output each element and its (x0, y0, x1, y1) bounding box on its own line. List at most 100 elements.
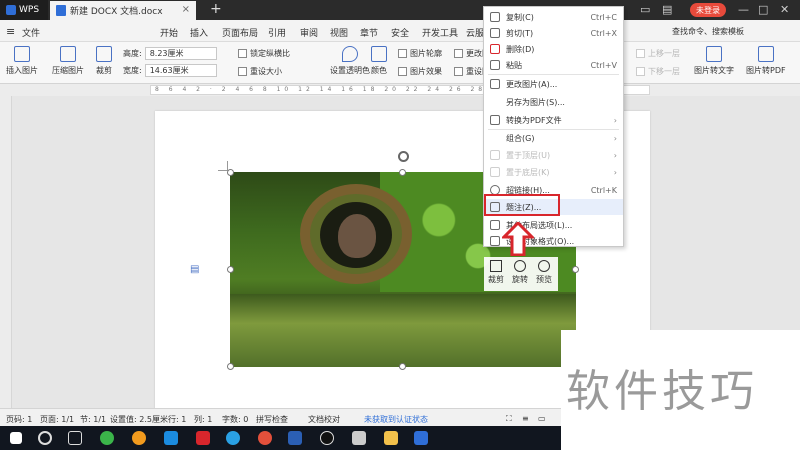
ctx-paste[interactable]: 粘贴 Ctrl+V (484, 57, 623, 73)
spell-check-button[interactable]: 拼写检查 (256, 414, 288, 425)
delete-x-icon (490, 44, 500, 54)
set-transparent-button[interactable]: 设置透明色 (330, 46, 370, 76)
crop-button[interactable]: 裁剪 (96, 46, 112, 76)
compress-picture-button[interactable]: 压缩图片 (52, 46, 84, 76)
status-word-count[interactable]: 字数: 0 (222, 414, 248, 425)
copy-icon (490, 12, 500, 22)
vertical-ruler[interactable] (0, 96, 12, 408)
ctx-change-picture-label: 更改图片(A)... (506, 79, 558, 89)
outline-view-icon[interactable]: ≡ (522, 414, 529, 423)
picture-to-text-button[interactable]: 图片转文字 (694, 46, 734, 76)
float-rotate-button[interactable]: 旋转 (508, 257, 532, 291)
app-icon[interactable] (196, 431, 210, 445)
resize-handle-top[interactable] (399, 169, 406, 176)
ctx-convert-pdf[interactable]: 转换为PDF文件 › (484, 112, 623, 128)
resize-handle-bottom[interactable] (399, 363, 406, 370)
doc-proof-button[interactable]: 文档校对 (308, 414, 340, 425)
width-field[interactable]: 宽度: 14.63厘米 (123, 64, 217, 77)
menu-insert[interactable]: 插入 (190, 26, 208, 39)
zoom-in-icon (538, 260, 550, 272)
layout-icon[interactable]: ▭ (640, 3, 650, 16)
picture-to-pdf-button[interactable]: 图片转PDF (746, 46, 786, 76)
submenu-arrow-icon: › (613, 115, 617, 125)
caption-highlight-box (484, 194, 560, 216)
ctx-cut[interactable]: 剪切(T) Ctrl+X (484, 25, 623, 41)
ctx-send-to-back[interactable]: 置于底层(K) › (484, 164, 623, 180)
wechat-icon[interactable] (100, 431, 114, 445)
wps-taskbar-icon[interactable] (414, 431, 428, 445)
ctx-copy[interactable]: 复制(C) Ctrl+C (484, 9, 623, 25)
picture-outline-button[interactable]: 图片轮廓 (398, 48, 442, 59)
height-input[interactable]: 8.23厘米 (144, 47, 217, 60)
resize-handle-bottom-left[interactable] (227, 363, 234, 370)
menu-chapter[interactable]: 章节 (360, 26, 378, 39)
menu-cloud[interactable]: 云服 (466, 26, 484, 39)
ctx-group[interactable]: 组合(G) › (484, 130, 623, 146)
document-tab[interactable]: 新建 DOCX 文档.docx × (50, 1, 196, 20)
ctx-cut-label: 剪切(T) (506, 28, 534, 38)
paragraph-anchor-icon[interactable]: ▤ (190, 264, 199, 275)
lock-ratio-checkbox[interactable]: 锁定纵横比 (238, 48, 290, 59)
send-backward-button[interactable]: 下移一层 (636, 66, 680, 77)
login-button[interactable]: 未登录 (690, 3, 726, 17)
pdf-icon (490, 115, 500, 125)
ctx-save-as-picture-label: 另存为图片(S)... (506, 97, 565, 107)
horizontal-ruler[interactable]: 8 6 4 2 · 2 4 6 8 10 12 14 16 18 20 22 2… (0, 84, 800, 96)
lock-ratio-label: 锁定纵横比 (250, 49, 290, 58)
close-window-icon[interactable]: ✕ (780, 3, 789, 16)
menu-page-layout[interactable]: 页面布局 (222, 26, 258, 39)
view-mode-icon[interactable]: ⛶ (506, 414, 512, 424)
submenu-arrow-icon: › (613, 150, 617, 160)
color-button[interactable]: 颜色 (371, 46, 387, 76)
new-tab-button[interactable]: + (210, 1, 222, 17)
float-crop-button[interactable]: 裁剪 (484, 257, 508, 291)
maximize-icon[interactable]: □ (758, 3, 768, 16)
title-bar: WPS 新建 DOCX 文档.docx × + ▭ ▤ 未登录 — □ ✕ (0, 0, 800, 20)
file-explorer-icon[interactable] (384, 431, 398, 445)
wps-home-tab[interactable]: WPS (0, 0, 48, 20)
close-tab-icon[interactable]: × (182, 4, 190, 15)
window-list-icon[interactable]: ▤ (662, 3, 672, 16)
menu-file[interactable]: 文件 (22, 26, 40, 39)
ie-icon[interactable] (226, 431, 240, 445)
width-input[interactable]: 14.63厘米 (144, 64, 217, 77)
picture-to-text-label: 图片转文字 (694, 66, 734, 75)
ctx-bring-to-front[interactable]: 置于顶层(U) › (484, 147, 623, 163)
resize-handle-left[interactable] (227, 266, 234, 273)
resize-handle-right[interactable] (572, 266, 579, 273)
menu-reference[interactable]: 引用 (268, 26, 286, 39)
insert-picture-button[interactable]: 插入图片 (6, 46, 38, 76)
format-object-icon (490, 236, 500, 246)
ctx-change-picture[interactable]: 更改图片(A)... (484, 76, 623, 92)
picture-effect-button[interactable]: 图片效果 (398, 66, 442, 77)
windows-start-icon[interactable] (10, 432, 22, 444)
chrome-icon[interactable] (258, 431, 272, 445)
browser-icon[interactable] (132, 431, 146, 445)
auth-status[interactable]: 未获取到认证状态 (364, 414, 428, 425)
bring-forward-button[interactable]: 上移一层 (636, 48, 680, 59)
menu-review[interactable]: 审阅 (300, 26, 318, 39)
hamburger-icon[interactable]: ≡ (6, 25, 15, 38)
picture-water-reflection (230, 294, 576, 367)
task-view-icon[interactable] (68, 431, 82, 445)
command-search[interactable]: 查找命令、搜索模板 (672, 26, 744, 37)
reset-size-button[interactable]: 重设大小 (238, 66, 282, 77)
ctx-delete[interactable]: 删除(D) (484, 41, 623, 57)
page-view-icon[interactable]: ▭ (538, 414, 546, 423)
float-preview-button[interactable]: 预览 (532, 257, 556, 291)
app-icon[interactable] (288, 431, 302, 445)
menu-start[interactable]: 开始 (160, 26, 178, 39)
rotate-handle[interactable] (398, 151, 409, 162)
app-icon[interactable] (352, 431, 366, 445)
app-icon[interactable] (164, 431, 178, 445)
qq-icon[interactable] (320, 431, 334, 445)
insert-picture-label: 插入图片 (6, 66, 38, 75)
menu-developer[interactable]: 开发工具 (422, 26, 458, 39)
menu-security[interactable]: 安全 (391, 26, 409, 39)
menu-view[interactable]: 视图 (330, 26, 348, 39)
resize-handle-top-left[interactable] (227, 169, 234, 176)
minimize-icon[interactable]: — (738, 3, 749, 16)
ctx-save-as-picture[interactable]: 另存为图片(S)... (484, 94, 623, 110)
height-field[interactable]: 高度: 8.23厘米 (123, 47, 217, 60)
search-icon[interactable] (38, 431, 52, 445)
